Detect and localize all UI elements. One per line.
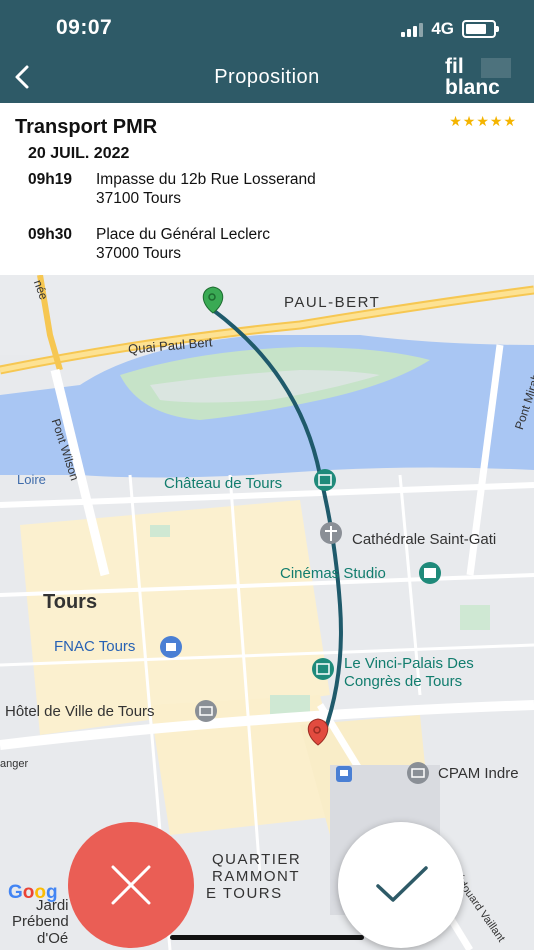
- town-hall-icon: [195, 700, 217, 722]
- landmark-icon: [312, 658, 334, 680]
- trip-card: Transport PMR ★★★★★ 20 JUIL. 2022 09h19 …: [0, 103, 534, 275]
- map-label-quartier-line1: QUARTIER: [212, 851, 302, 868]
- pickup-address-line1: Impasse du 12b Rue Losserand: [96, 171, 316, 188]
- accept-button[interactable]: [338, 822, 464, 948]
- office-icon: [407, 762, 429, 784]
- network-type: 4G: [431, 19, 454, 38]
- cancel-button[interactable]: [68, 822, 194, 948]
- trip-date: 20 JUIL. 2022: [28, 145, 130, 162]
- map-label-vinci-line1: Le Vinci-Palais Des: [344, 655, 474, 672]
- map-label-hotel-de-ville: Hôtel de Ville de Tours: [5, 703, 155, 720]
- cinema-icon: [419, 562, 441, 584]
- map-label-loire: Loire: [17, 472, 46, 487]
- pickup-time: 09h19: [28, 171, 72, 188]
- map-label-edge-anger: anger: [0, 758, 29, 770]
- check-icon: [376, 866, 428, 902]
- home-indicator: [170, 935, 364, 940]
- map-label-prebende-line2: d'Oé: [37, 930, 69, 947]
- map-label-quartier-line3: E TOURS: [206, 885, 283, 902]
- rating-stars: ★★★★★: [449, 113, 517, 129]
- map-label-vinci-line2: Congrès de Tours: [344, 673, 463, 690]
- map-label-cinemas: Cinémas Studio: [280, 565, 386, 582]
- map-label-fnac: FNAC Tours: [54, 638, 136, 655]
- fil-blanc-logo: fil blanc: [443, 56, 513, 100]
- map-label-cathedrale: Cathédrale Saint-Gati: [352, 531, 497, 548]
- map-label-quartier-line2: RAMMONT: [212, 868, 300, 885]
- museum-icon: [314, 469, 336, 491]
- map-label-chateau: Château de Tours: [164, 475, 283, 492]
- dropoff-address-line1: Place du Général Leclerc: [96, 226, 271, 243]
- shopping-icon: [160, 636, 182, 658]
- train-station-icon: [336, 766, 352, 782]
- trip-title: Transport PMR: [15, 116, 158, 138]
- status-indicators: 4G: [401, 19, 499, 39]
- close-icon: [111, 865, 151, 905]
- map-label-paul-bert: PAUL-BERT: [284, 294, 381, 311]
- dropoff-address-line2: 37000 Tours: [96, 245, 182, 262]
- church-icon: [320, 522, 342, 544]
- map-label-tours: Tours: [43, 591, 98, 613]
- battery-icon: [462, 20, 499, 38]
- status-time: 09:07: [56, 16, 113, 39]
- pickup-address-line2: 37100 Tours: [96, 190, 182, 207]
- map-label-prebende-line1: Prébend: [12, 913, 69, 930]
- google-logo: Goog: [8, 882, 58, 903]
- app-header: 09:07 4G Proposition fil blanc: [0, 0, 534, 103]
- dropoff-time: 09h30: [28, 226, 72, 243]
- signal-icon: [401, 21, 424, 37]
- map-label-cpam: CPAM Indre: [438, 765, 519, 782]
